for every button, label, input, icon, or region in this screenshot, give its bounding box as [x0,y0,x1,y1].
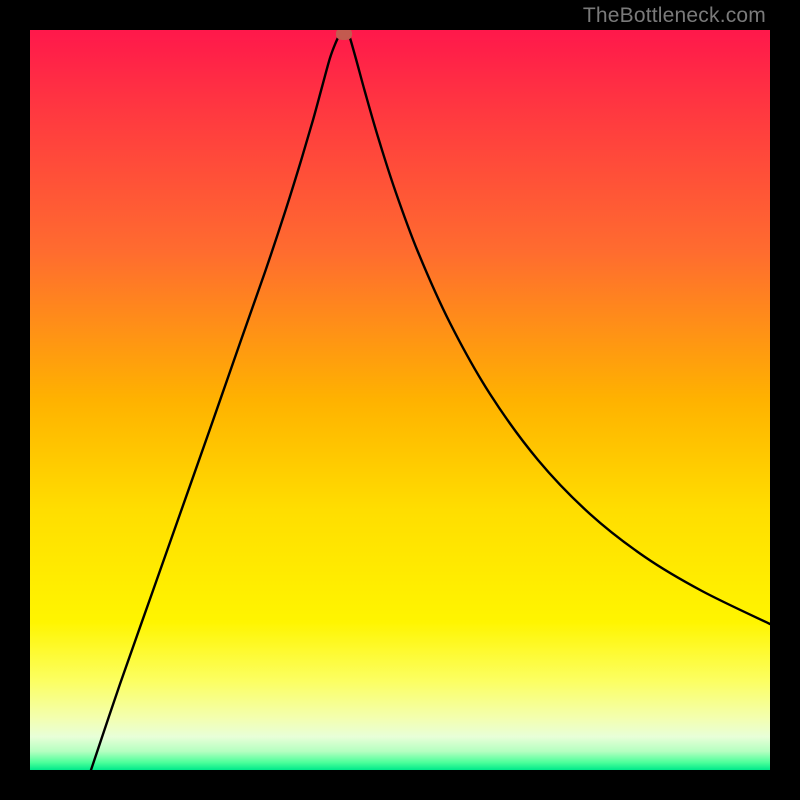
chart-frame: TheBottleneck.com [0,0,800,800]
optimum-marker [336,30,352,40]
plot-area [30,30,770,770]
bottleneck-curve [30,30,770,770]
watermark-text: TheBottleneck.com [583,4,766,28]
